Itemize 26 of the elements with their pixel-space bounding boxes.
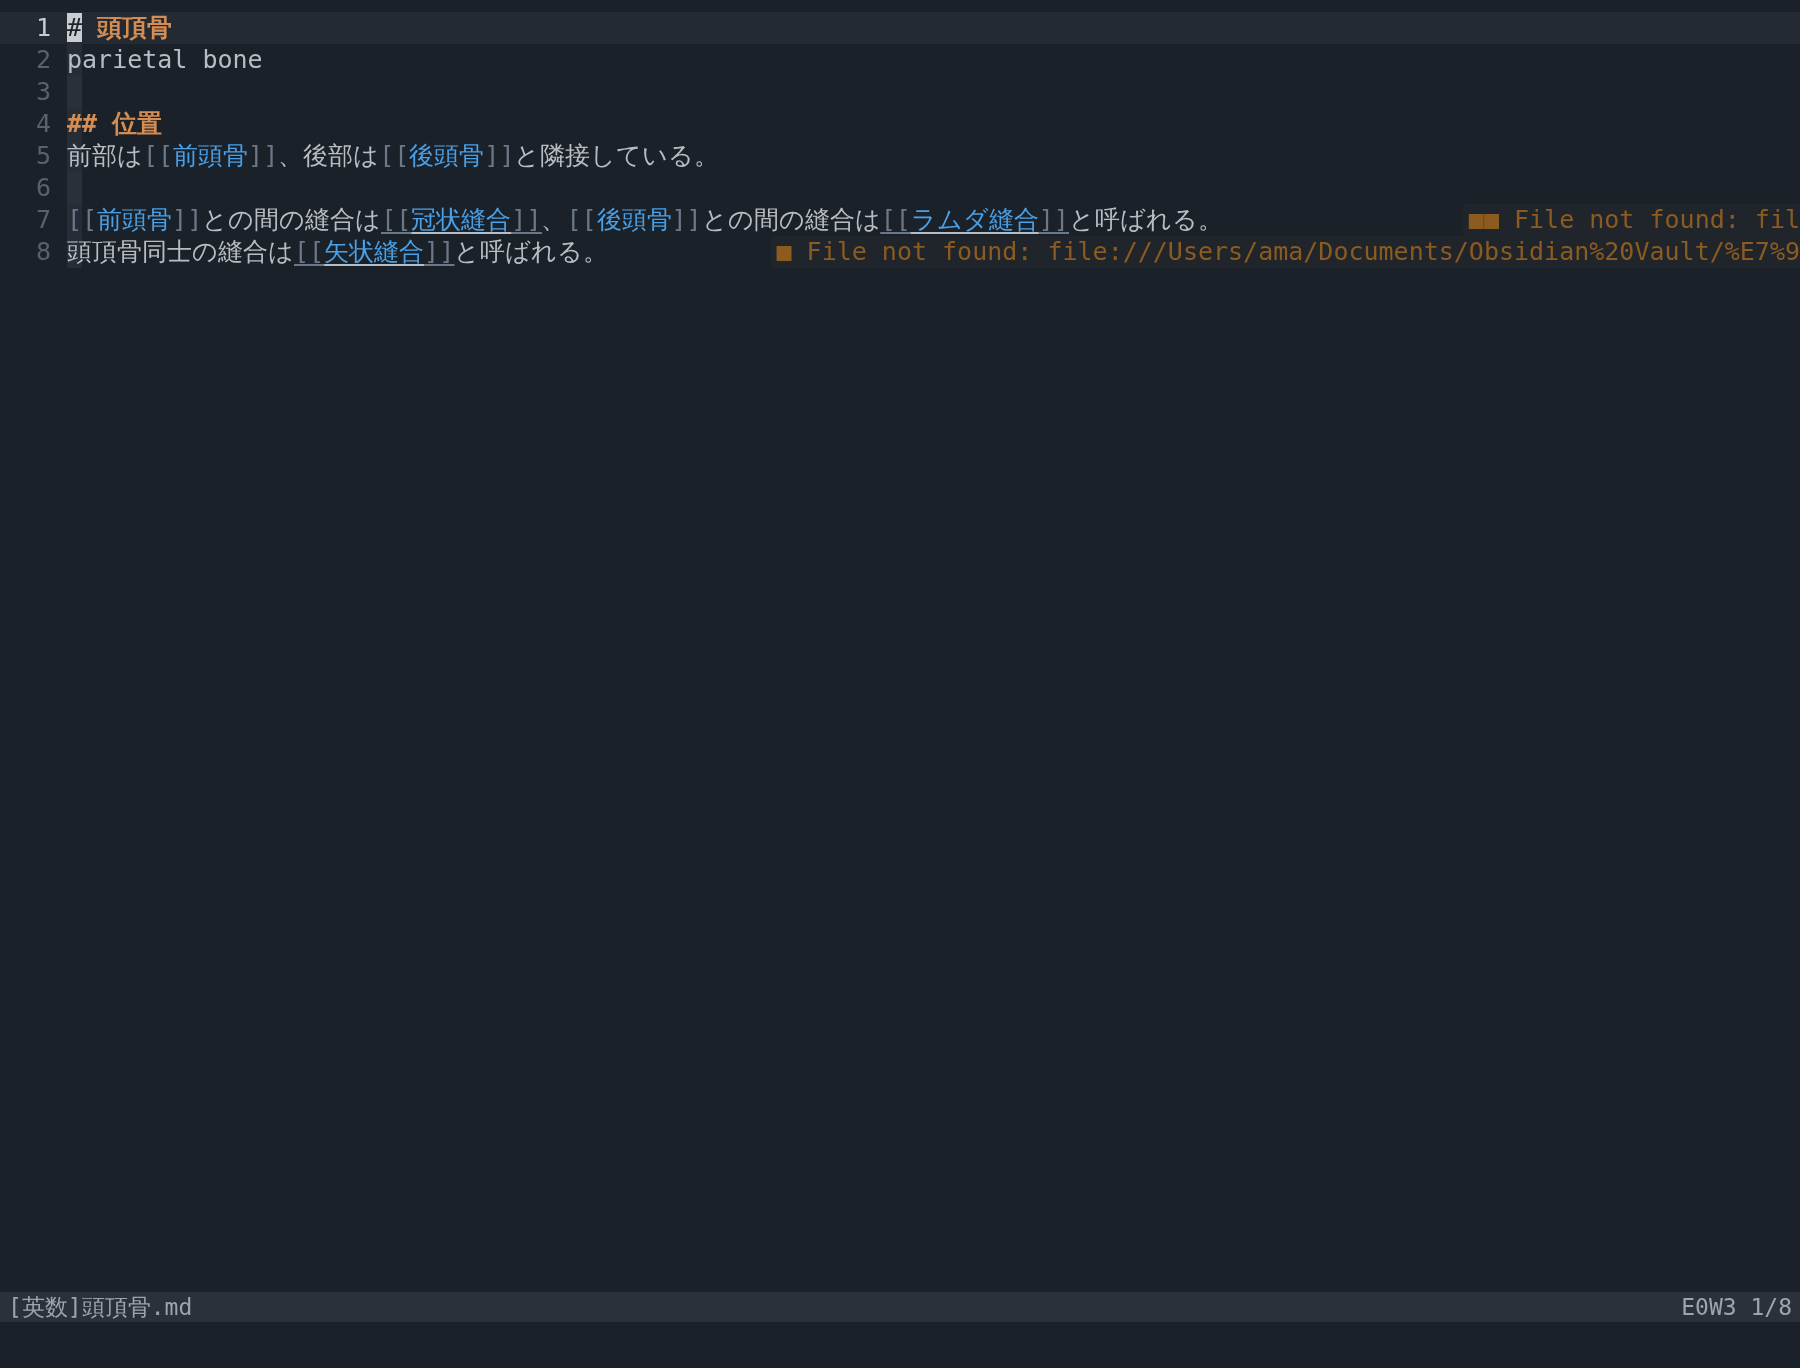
text-line: 前部は[[前頭骨]]、後部は[[後頭骨]]と隣接している。 (67, 140, 720, 172)
line-number: 7 (35, 205, 51, 234)
file-name: [英数]頭頂骨.md (8, 1292, 193, 1322)
status-info: E0W3 1/8 (1681, 1294, 1792, 1320)
heading-text: # 頭頂骨 (67, 12, 173, 44)
wiki-link[interactable]: [[後頭骨]] (566, 205, 702, 234)
wiki-link[interactable]: [[前頭骨]] (143, 141, 279, 170)
wiki-link[interactable]: [[ラムダ縫合]] (880, 205, 1069, 234)
wiki-link[interactable]: [[前頭骨]] (67, 205, 203, 234)
wiki-link[interactable]: [[後頭骨]] (379, 141, 515, 170)
diagnostic-message: ■■ File not found: fil (1462, 204, 1800, 236)
line-number: 2 (35, 45, 51, 74)
line-number: 6 (35, 173, 51, 202)
line-number: 1 (35, 13, 51, 42)
line-number: 8 (35, 237, 51, 266)
heading-text: ## 位置 (67, 108, 163, 140)
text-line: [[前頭骨]]との間の縫合は[[冠状縫合]]、[[後頭骨]]との間の縫合は[[ラムダ縫合]]と呼ばれる。 (67, 204, 1223, 236)
line-number: 5 (35, 141, 51, 170)
text-cursor: # (67, 13, 83, 42)
line-number: 3 (35, 77, 51, 106)
wiki-link[interactable]: [[矢状縫合]] (294, 237, 455, 266)
line-number: 4 (35, 109, 51, 138)
wiki-link[interactable]: [[冠状縫合]] (381, 205, 542, 234)
text-line: parietal bone (67, 44, 263, 76)
diagnostic-message: ■ File not found: file:///Users/ama/Documents/Obsidian%20Vault/%E7%9 (770, 236, 1800, 268)
text-line: 頭頂骨同士の縫合は[[矢状縫合]]と呼ばれる。 (67, 236, 609, 268)
